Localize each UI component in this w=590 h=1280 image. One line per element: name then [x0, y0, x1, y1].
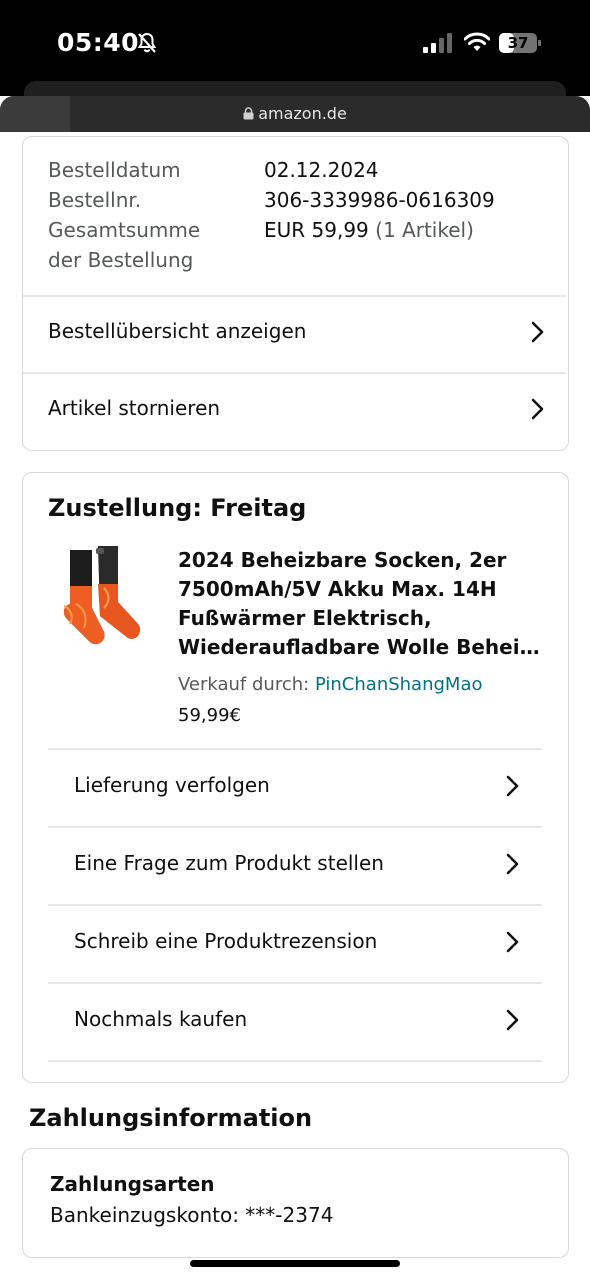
seller-info: Verkauf durch: PinChanShangMao — [178, 674, 483, 695]
payment-method-heading: Zahlungsarten — [50, 1172, 215, 1196]
divider — [48, 826, 542, 828]
delivery-heading: Zustellung: Freitag — [48, 494, 307, 522]
order-total-label-line2: der Bestellung — [48, 248, 194, 272]
url-display[interactable]: amazon.de — [0, 104, 590, 124]
wifi-icon — [463, 32, 491, 56]
order-date-value: 02.12.2024 — [264, 158, 379, 182]
track-package-link[interactable]: Lieferung verfolgen — [74, 773, 270, 797]
chevron-right-icon[interactable] — [505, 852, 521, 880]
product-title-line: Fußwärmer Elektrisch, — [178, 606, 432, 630]
chevron-right-icon[interactable] — [505, 774, 521, 802]
divider — [48, 748, 542, 750]
divider — [48, 1060, 542, 1062]
url-text: amazon.de — [258, 104, 347, 123]
order-number-label: Bestellnr. — [48, 188, 142, 212]
chevron-right-icon[interactable] — [530, 320, 546, 348]
payment-heading: Zahlungsinformation — [29, 1104, 313, 1132]
product-title-line: 7500mAh/5V Akku Max. 14H — [178, 577, 497, 601]
order-number-value: 306-3339986-0616309 — [264, 188, 495, 212]
order-date-label: Bestelldatum — [48, 158, 181, 182]
chevron-right-icon[interactable] — [505, 1008, 521, 1036]
product-title[interactable]: 2024 Beheizbare Socken, 2er 7500mAh/5V A… — [178, 546, 548, 662]
ask-product-question-link[interactable]: Eine Frage zum Produkt stellen — [74, 851, 384, 875]
status-time: 05:40 — [57, 28, 140, 57]
cancel-items-link[interactable]: Artikel stornieren — [48, 396, 220, 420]
product-title-line: 2024 Beheizbare Socken, 2er — [178, 548, 507, 572]
order-total-label-line1: Gesamtsumme — [48, 218, 201, 242]
chevron-right-icon[interactable] — [505, 930, 521, 958]
divider — [48, 982, 542, 984]
buy-again-link[interactable]: Nochmals kaufen — [74, 1007, 247, 1031]
payment-method-value: Bankeinzugskonto: ***-2374 — [50, 1203, 334, 1227]
heated-socks-icon — [63, 546, 140, 645]
home-indicator[interactable] — [190, 1260, 400, 1267]
write-review-link[interactable]: Schreib eine Produktrezension — [74, 929, 377, 953]
bell-muted-icon — [137, 32, 157, 58]
seller-link[interactable]: PinChanShangMao — [315, 674, 483, 695]
lock-icon — [243, 105, 254, 124]
product-image[interactable] — [58, 544, 150, 652]
battery-level: 37 — [507, 34, 529, 52]
divider — [23, 295, 566, 297]
chevron-right-icon[interactable] — [530, 397, 546, 425]
view-order-summary-link[interactable]: Bestellübersicht anzeigen — [48, 319, 306, 343]
order-total-value: EUR 59,99 (1 Artikel) — [264, 218, 474, 242]
product-title-line: Wiederaufladbare Wolle Beheiz… — [178, 635, 548, 659]
product-price: 59,99€ — [178, 705, 241, 726]
order-item-count: (1 Artikel) — [375, 218, 474, 242]
divider — [48, 904, 542, 906]
order-total-amount: EUR 59,99 — [264, 218, 369, 242]
cellular-signal-icon — [423, 33, 453, 57]
divider — [23, 372, 566, 374]
seller-label: Verkauf durch: — [178, 674, 310, 695]
